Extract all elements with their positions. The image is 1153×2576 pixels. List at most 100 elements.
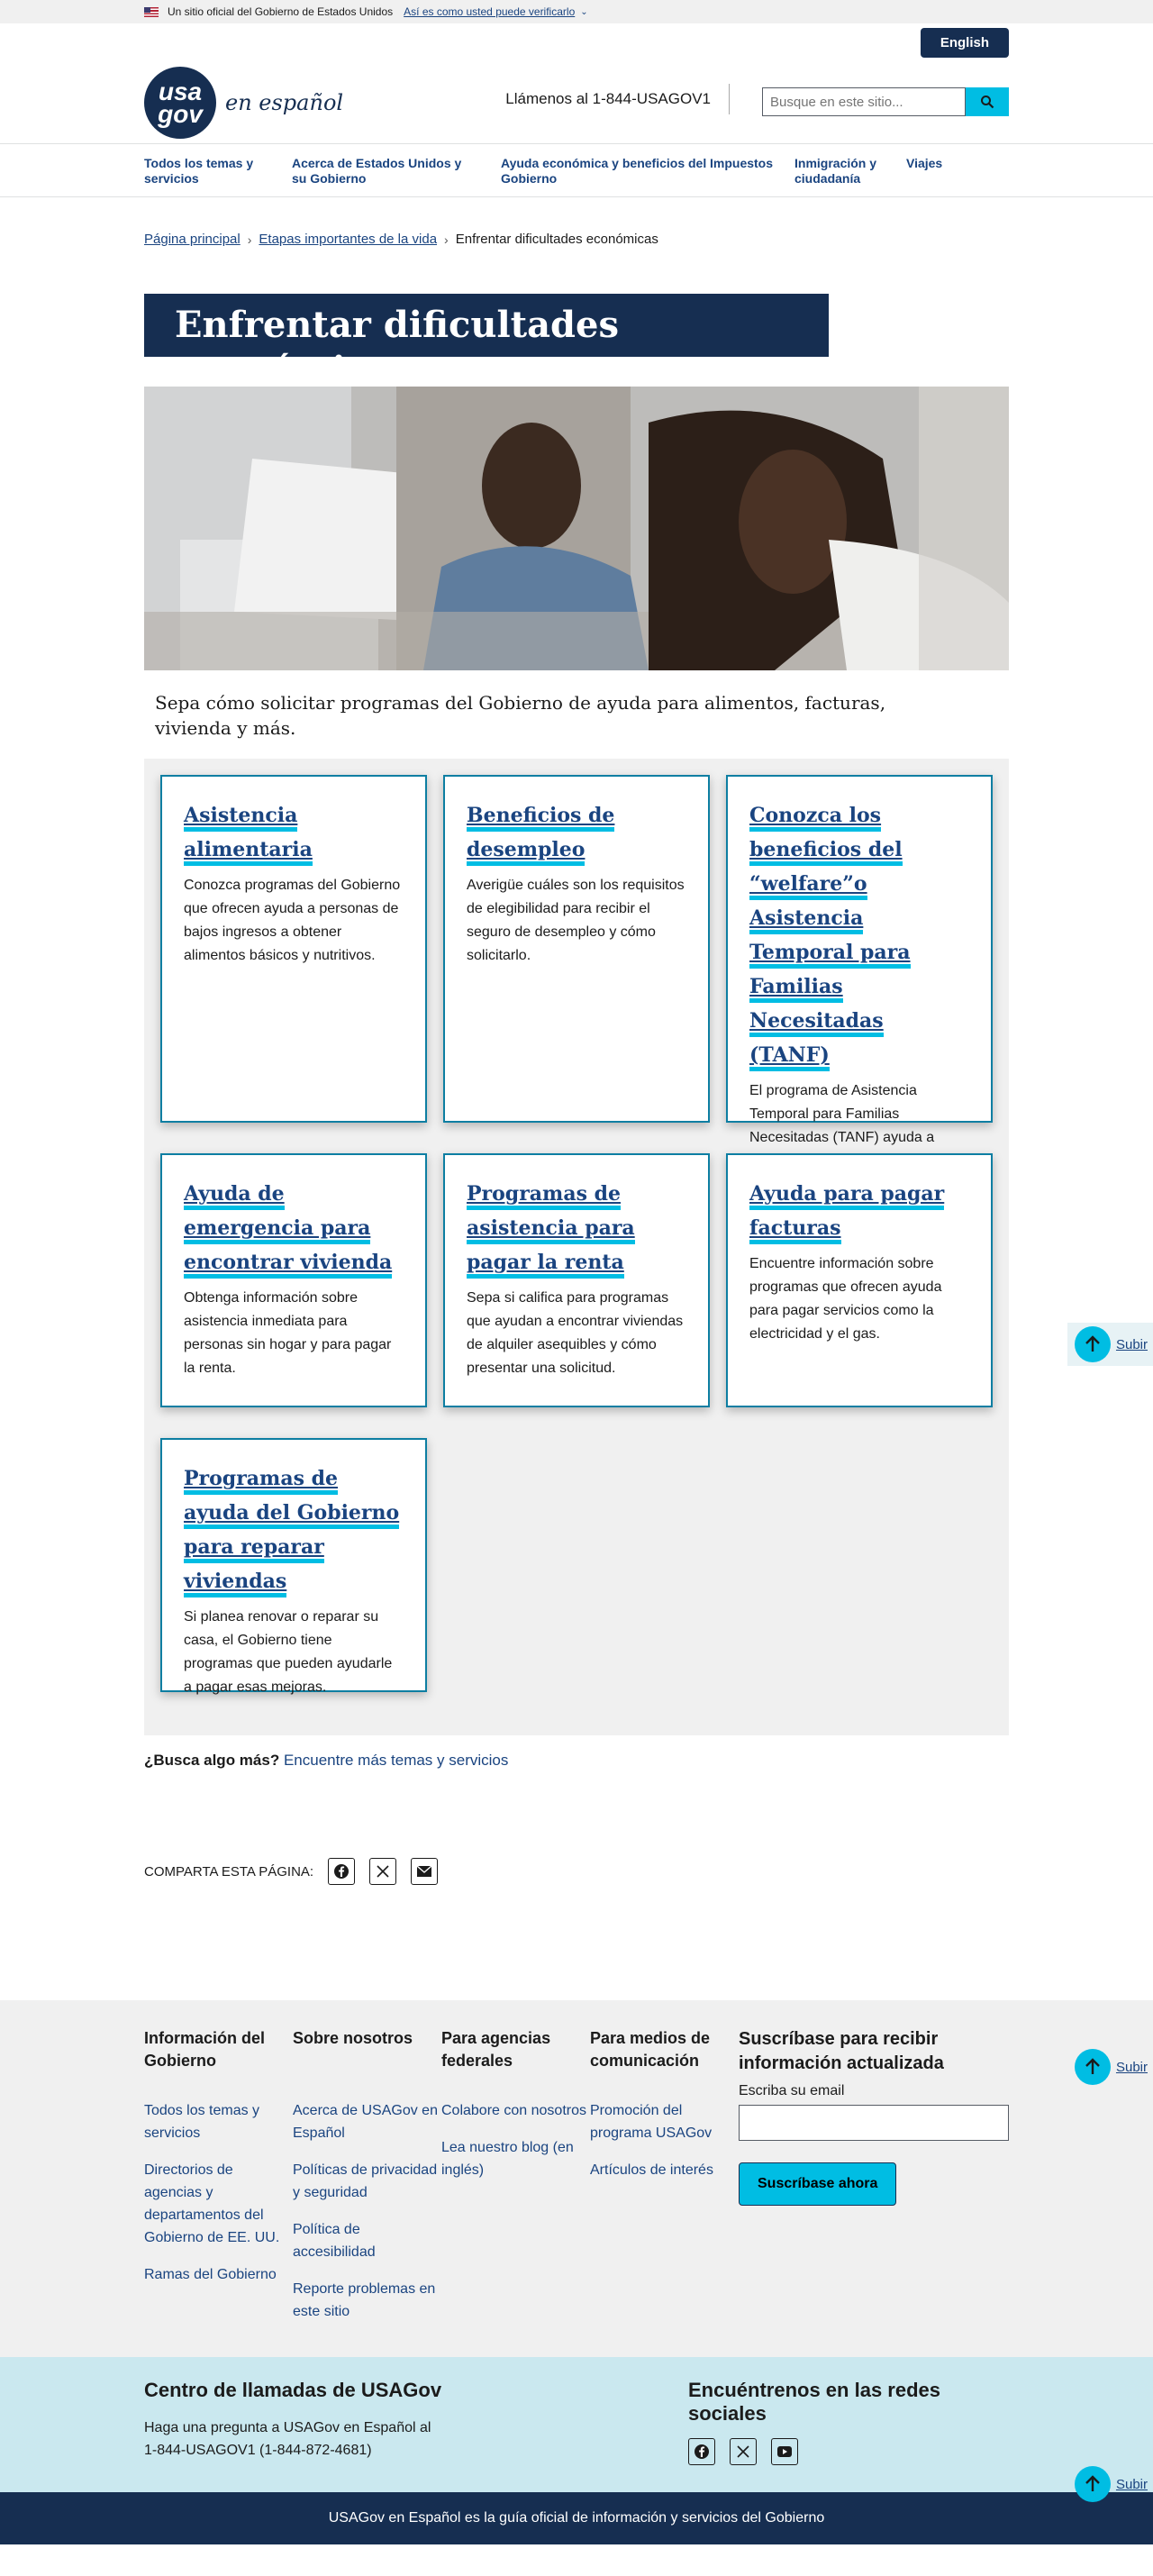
footer-heading: Sobre nosotros xyxy=(293,2029,413,2047)
footer-link[interactable]: Colabore con nosotros xyxy=(441,2099,590,2122)
hero-photo-illustration xyxy=(144,387,1009,670)
youtube-link[interactable] xyxy=(771,2438,798,2465)
breadcrumb-current: Enfrentar dificultades económicas xyxy=(455,232,658,247)
nav-item-inmigracion[interactable]: Inmigración y ciudadanía xyxy=(794,156,906,196)
footer-link[interactable]: Todos los temas y servicios xyxy=(144,2099,293,2144)
footer-link[interactable]: Reporte problemas en este sitio xyxy=(293,2278,441,2323)
nav-item-acerca-de-estados-unidos[interactable]: Acerca de Estados Unidos y su Gobierno xyxy=(292,156,470,196)
breadcrumb-home[interactable]: Página principal xyxy=(144,232,241,247)
card-title[interactable]: Programas de ayuda del Gobierno para rep… xyxy=(184,1467,400,1597)
arrow-up-icon xyxy=(1074,1326,1111,1362)
footer-link[interactable]: Política de accesibilidad xyxy=(293,2218,441,2263)
site-footer: Información del Gobierno Todos los temas… xyxy=(0,2000,1153,2357)
footer-link[interactable]: Acerca de USAGov en Español xyxy=(293,2099,441,2144)
call-center-text: Haga una pregunta a USAGov en Español al… xyxy=(144,2417,441,2462)
back-to-top-link[interactable]: Subir xyxy=(1116,1337,1148,1352)
back-to-top[interactable]: Subir xyxy=(1067,2462,1153,2506)
subscribe-button[interactable]: Suscríbase ahora xyxy=(739,2162,897,2206)
call-center-section: Centro de llamadas de USAGov Haga una pr… xyxy=(0,2357,1153,2492)
footer-link[interactable]: Lea nuestro blog (en inglés) xyxy=(441,2136,590,2181)
logo-suffix: en español xyxy=(225,90,344,115)
facebook-link[interactable] xyxy=(688,2438,715,2465)
card-title[interactable]: Ayuda de emergencia para encontrar vivie… xyxy=(184,1182,393,1279)
call-center-line1: Haga una pregunta a USAGov en Español al xyxy=(144,2420,431,2435)
footer-link[interactable]: Artículos de interés xyxy=(590,2159,739,2181)
footer-heading: Para medios de comunicación xyxy=(590,2029,711,2070)
card-description: Encuentre información sobre programas qu… xyxy=(749,1256,942,1342)
footer-link[interactable]: Políticas de privacidad y seguridad xyxy=(293,2159,441,2204)
x-share-button[interactable] xyxy=(369,1858,397,1885)
subscribe-heading: Suscríbase para recibir información actu… xyxy=(739,2029,944,2073)
email-field[interactable] xyxy=(739,2105,1009,2141)
footer-link[interactable]: Ramas del Gobierno xyxy=(144,2263,293,2286)
back-to-top[interactable]: Subir xyxy=(1067,2045,1153,2089)
footer-col-informacion: Información del Gobierno Todos los temas… xyxy=(144,2027,293,2337)
facebook-share-button[interactable] xyxy=(328,1858,356,1885)
subscribe-form: Suscríbase para recibir información actu… xyxy=(739,2027,1009,2337)
x-icon xyxy=(737,2445,749,2458)
more-topics-link[interactable]: Encuentre más temas y servicios xyxy=(284,1752,508,1769)
site-header: English usa gov en español Llámenos al 1… xyxy=(144,23,1009,143)
social-links: Encuéntrenos en las redes sociales xyxy=(688,2379,1009,2465)
back-to-top-link[interactable]: Subir xyxy=(1116,2060,1148,2075)
nav-item-impuestos[interactable]: Impuestos xyxy=(710,156,794,196)
nav-item-viajes[interactable]: Viajes xyxy=(906,156,960,196)
card-title[interactable]: Asistencia alimentaria xyxy=(184,804,313,866)
back-to-top-link[interactable]: Subir xyxy=(1116,2477,1148,2492)
more-topics: ¿Busca algo más? Encuentre más temas y s… xyxy=(144,1752,1009,1770)
card-asistencia-alimentaria[interactable]: Asistencia alimentaria Conozca programas… xyxy=(160,775,427,1123)
call-center-heading: Centro de llamadas de USAGov xyxy=(144,2379,442,2401)
usagov-logo[interactable]: usa gov en español xyxy=(144,67,343,139)
search-input[interactable] xyxy=(762,87,966,116)
share-label: COMPARTA ESTA PÁGINA: xyxy=(144,1863,314,1880)
footer-heading: Información del Gobierno xyxy=(144,2029,266,2070)
main-content: Página principal › Etapas importantes de… xyxy=(144,232,1009,1885)
x-icon xyxy=(377,1865,389,1878)
card-reparar-viviendas[interactable]: Programas de ayuda del Gobierno para rep… xyxy=(160,1438,427,1695)
main-nav: Todos los temas y servicios Acerca de Es… xyxy=(0,143,1153,197)
email-share-button[interactable] xyxy=(411,1858,439,1885)
card-ayuda-emergencia-vivienda[interactable]: Ayuda de emergencia para encontrar vivie… xyxy=(160,1153,427,1407)
arrow-up-icon xyxy=(1074,2049,1111,2085)
card-description: Obtenga información sobre asistencia inm… xyxy=(184,1290,392,1376)
nav-item-ayuda-economica[interactable]: Ayuda económica y beneficios del Gobiern… xyxy=(501,156,710,196)
card-description: Si planea renovar o reparar su casa, el … xyxy=(184,1609,393,1695)
card-title[interactable]: Beneficios de desempleo xyxy=(467,804,615,866)
english-language-button[interactable]: English xyxy=(920,28,1009,58)
logo-gov-text: gov xyxy=(158,100,203,128)
logo-circle: usa gov xyxy=(144,67,216,139)
card-title[interactable]: Conozca los beneficios del “welfare”o As… xyxy=(749,804,911,1071)
call-center-phone: 1-844-USAGOV1 (1-844-872-4681) xyxy=(144,2443,372,2458)
card-asistencia-renta[interactable]: Programas de asistencia para pagar la re… xyxy=(443,1153,710,1407)
us-flag-icon xyxy=(144,6,159,17)
footer-heading: Para agencias federales xyxy=(441,2029,551,2070)
x-link[interactable] xyxy=(730,2438,757,2465)
footer-link[interactable]: Directorios de agencias y departamentos … xyxy=(144,2159,293,2249)
email-label: Escriba su email xyxy=(739,2083,845,2098)
search-button[interactable] xyxy=(966,87,1009,116)
call-center: Centro de llamadas de USAGov Haga una pr… xyxy=(144,2379,441,2465)
chevron-right-icon: › xyxy=(247,232,252,247)
verify-link[interactable]: Así es como usted puede verificarlo xyxy=(404,5,575,18)
card-beneficios-desempleo[interactable]: Beneficios de desempleo Averigüe cuáles … xyxy=(443,775,710,1123)
facebook-icon xyxy=(695,2444,709,2459)
chevron-down-icon[interactable]: ⌄ xyxy=(580,7,587,17)
card-welfare-tanf[interactable]: Conozca los beneficios del “welfare”o As… xyxy=(726,775,993,1192)
footer-col-medios: Para medios de comunicación Promoción de… xyxy=(590,2027,739,2337)
chevron-right-icon: › xyxy=(444,232,449,247)
breadcrumb-parent[interactable]: Etapas importantes de la vida xyxy=(259,232,437,247)
back-to-top[interactable]: Subir xyxy=(1067,1323,1153,1366)
card-title[interactable]: Programas de asistencia para pagar la re… xyxy=(467,1182,635,1279)
official-site-text: Un sitio oficial del Gobierno de Estados… xyxy=(168,5,394,18)
footer-link[interactable]: Promoción del programa USAGov xyxy=(590,2099,739,2144)
card-title[interactable]: Ayuda para pagar facturas xyxy=(749,1182,945,1244)
search-form xyxy=(762,87,1009,116)
card-ayuda-facturas[interactable]: Ayuda para pagar facturas Encuentre info… xyxy=(726,1153,993,1407)
facebook-icon xyxy=(334,1864,350,1879)
footer-col-sobre-nosotros: Sobre nosotros Acerca de USAGov en Españ… xyxy=(293,2027,441,2337)
nav-item-todos-los-temas[interactable]: Todos los temas y servicios xyxy=(144,156,292,196)
email-icon xyxy=(416,1865,432,1877)
card-description: Conozca programas del Gobierno que ofrec… xyxy=(184,878,401,963)
gov-banner: Un sitio oficial del Gobierno de Estados… xyxy=(0,0,1153,23)
page-title: Enfrentar dificultades económicas xyxy=(144,294,829,391)
